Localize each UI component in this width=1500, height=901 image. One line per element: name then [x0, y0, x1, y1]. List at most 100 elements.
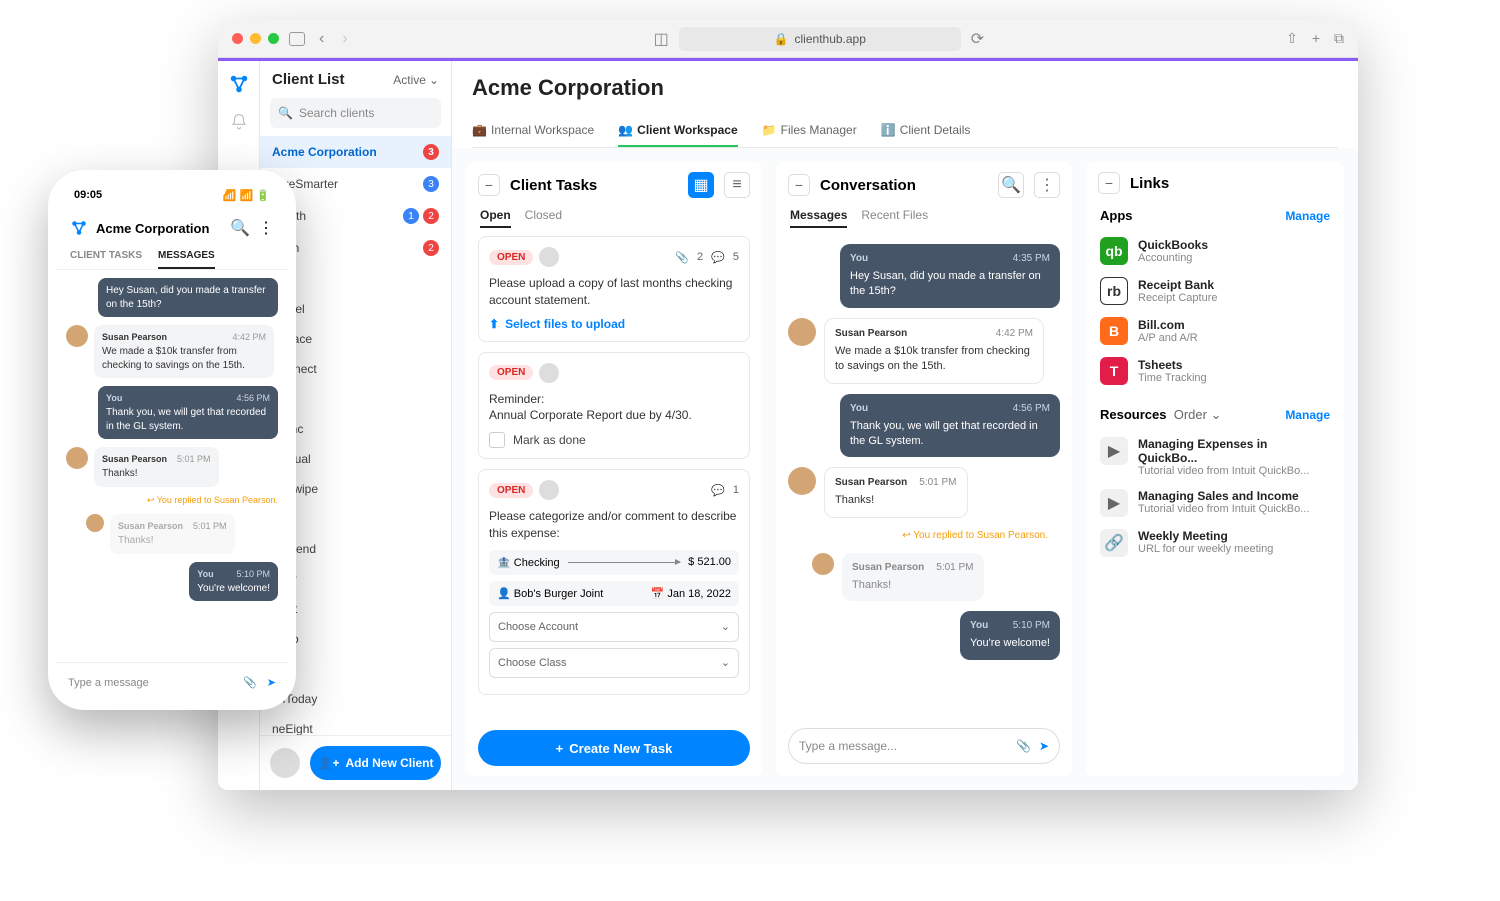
add-client-button[interactable]: 👤+ Add New Client	[310, 746, 441, 780]
links-panel: − Links Apps Manage qbQuickBooksAccounti…	[1086, 162, 1344, 776]
more-icon[interactable]: ⋮	[258, 218, 274, 238]
bell-icon[interactable]	[230, 113, 248, 131]
workspace-tab[interactable]: ℹ️Client Details	[881, 115, 971, 147]
input-placeholder: Type a message...	[799, 739, 1008, 753]
forward-arrow-icon[interactable]: ›	[338, 30, 351, 48]
workspace-tab[interactable]: 📁Files Manager	[762, 115, 857, 147]
task-card[interactable]: OPEN Reminder:Annual Corporate Report du…	[478, 352, 750, 460]
upload-link[interactable]: ⬆ Select files to upload	[489, 317, 739, 331]
address-bar[interactable]: 🔒 clienthub.app	[679, 27, 961, 51]
close-window-icon[interactable]	[232, 33, 243, 44]
task-card[interactable]: OPEN 💬1 Please categorize and/or comment…	[478, 469, 750, 695]
phone-header: Acme Corporation 🔍 ⋮	[56, 212, 288, 244]
chevron-down-icon: ⌄	[429, 73, 439, 87]
phone-messages: Hey Susan, did you made a transfer on th…	[56, 270, 288, 662]
merchant: Bob's Burger Joint	[514, 588, 604, 600]
app-item[interactable]: BBill.comA/P and A/R	[1100, 311, 1330, 351]
search-input[interactable]: 🔍 Search clients	[270, 98, 441, 128]
tab-open[interactable]: Open	[480, 204, 511, 228]
app-item[interactable]: qbQuickBooksAccounting	[1100, 231, 1330, 271]
share-icon[interactable]: ⇧	[1286, 30, 1298, 47]
back-arrow-icon[interactable]: ‹	[315, 30, 328, 48]
mark-done-checkbox[interactable]: Mark as done	[489, 432, 739, 448]
minimize-window-icon[interactable]	[250, 33, 261, 44]
search-icon: 🔍	[278, 106, 293, 120]
tabs-icon[interactable]: ⧉	[1334, 30, 1344, 47]
client-item[interactable]: Acme Corporation3	[260, 136, 451, 168]
grid-view-icon[interactable]: ▦	[688, 172, 714, 198]
assignee-avatar	[539, 247, 559, 267]
upload-label: Select files to upload	[505, 317, 625, 331]
manage-apps-link[interactable]: Manage	[1285, 209, 1330, 223]
comment-count: 5	[733, 251, 739, 263]
client-item[interactable]: neEight	[260, 714, 451, 735]
message-row: You4:56 PMThank you, we will get that re…	[788, 394, 1060, 458]
tab-messages[interactable]: Messages	[790, 204, 847, 228]
account-select[interactable]: Choose Account⌄	[489, 612, 739, 642]
manage-resources-link[interactable]: Manage	[1285, 408, 1330, 422]
task-card[interactable]: OPEN 📎2 💬5 Please upload a copy of last …	[478, 236, 750, 342]
apps-list: qbQuickBooksAccountingrbReceipt BankRece…	[1100, 231, 1330, 391]
phone-tab-messages[interactable]: MESSAGES	[158, 244, 215, 269]
filter-dropdown[interactable]: Active ⌄	[393, 73, 439, 87]
tab-recent-files[interactable]: Recent Files	[861, 204, 928, 228]
collapse-button[interactable]: −	[788, 174, 810, 196]
list-view-icon[interactable]: ≡	[724, 172, 750, 198]
attachment-icon[interactable]: 📎	[1016, 739, 1031, 753]
collapse-button[interactable]: −	[478, 174, 500, 196]
task-text: Please upload a copy of last months chec…	[489, 275, 739, 309]
comment-icon: 💬	[711, 484, 725, 497]
browser-chrome: ‹ › ◫ 🔒 clienthub.app ⟳ ⇧ + ⧉	[218, 20, 1358, 58]
new-tab-icon[interactable]: +	[1312, 30, 1320, 47]
attachment-icon[interactable]: 📎	[243, 676, 257, 689]
resource-item[interactable]: ▶Managing Expenses in QuickBo...Tutorial…	[1100, 431, 1330, 483]
bank-icon: 🏦	[497, 557, 511, 569]
play-icon: ▶	[1100, 489, 1128, 517]
tasks-panel-title: Client Tasks	[510, 177, 678, 194]
create-task-button[interactable]: + Create New Task	[478, 730, 750, 766]
resource-item[interactable]: 🔗Weekly MeetingURL for our weekly meetin…	[1100, 523, 1330, 563]
traffic-lights	[232, 33, 279, 44]
send-icon[interactable]: ➤	[267, 676, 276, 689]
add-client-label: Add New Client	[345, 756, 433, 770]
workspace-tab[interactable]: 💼Internal Workspace	[472, 115, 594, 147]
collapse-button[interactable]: −	[1098, 172, 1120, 194]
app-item[interactable]: TTsheetsTime Tracking	[1100, 351, 1330, 391]
create-task-label: Create New Task	[569, 741, 672, 756]
more-icon[interactable]: ⋮	[1034, 172, 1060, 198]
class-select[interactable]: Choose Class⌄	[489, 648, 739, 678]
quoted-message: Susan Pearson5:01 PMThanks!	[812, 553, 1060, 601]
message-input[interactable]: Type a message... 📎 ➤	[788, 728, 1060, 764]
signal-icons: 📶 📶 🔋	[223, 189, 270, 202]
send-icon[interactable]: ➤	[1039, 739, 1049, 753]
resource-item[interactable]: ▶Managing Sales and IncomeTutorial video…	[1100, 483, 1330, 523]
maximize-window-icon[interactable]	[268, 33, 279, 44]
add-user-icon: 👤+	[318, 756, 340, 770]
search-icon[interactable]: 🔍	[230, 218, 250, 238]
conversation-title: Conversation	[820, 177, 988, 194]
search-icon[interactable]: 🔍	[998, 172, 1024, 198]
app-logo-icon[interactable]	[70, 219, 88, 237]
resources-section-title: Resources Order ⌄	[1100, 407, 1221, 423]
phone-message-input[interactable]: Type a message 📎 ➤	[56, 662, 288, 702]
app-logo-icon[interactable]	[228, 73, 250, 95]
tab-closed[interactable]: Closed	[525, 204, 562, 228]
sidebar-toggle-icon[interactable]	[289, 32, 305, 46]
task-text: Please categorize and/or comment to desc…	[489, 508, 739, 542]
phone-msg-row: Susan Pearson4:42 PMWe made a $10k trans…	[66, 325, 278, 378]
user-avatar[interactable]	[270, 748, 300, 778]
message-row: Susan Pearson5:01 PMThanks!	[788, 467, 1060, 517]
app-item[interactable]: rbReceipt BankReceipt Capture	[1100, 271, 1330, 311]
message-row: You5:10 PMYou're welcome!	[788, 611, 1060, 659]
expense-row: 🏦 Checking $ 521.00	[489, 550, 739, 575]
phone-tab-tasks[interactable]: CLIENT TASKS	[70, 244, 142, 269]
phone-screen: 09:05 📶 📶 🔋 Acme Corporation 🔍 ⋮ CLIENT …	[56, 178, 288, 702]
checkbox-label: Mark as done	[513, 433, 586, 447]
status-badge: OPEN	[489, 250, 533, 265]
avatar	[788, 318, 816, 346]
lock-icon: 🔒	[774, 32, 789, 46]
reply-note: ↩ You replied to Susan Pearson.	[788, 528, 1060, 543]
workspace-tab[interactable]: 👥Client Workspace	[618, 115, 737, 147]
reload-icon[interactable]: ⟳	[971, 29, 984, 49]
plus-icon: +	[556, 741, 564, 756]
